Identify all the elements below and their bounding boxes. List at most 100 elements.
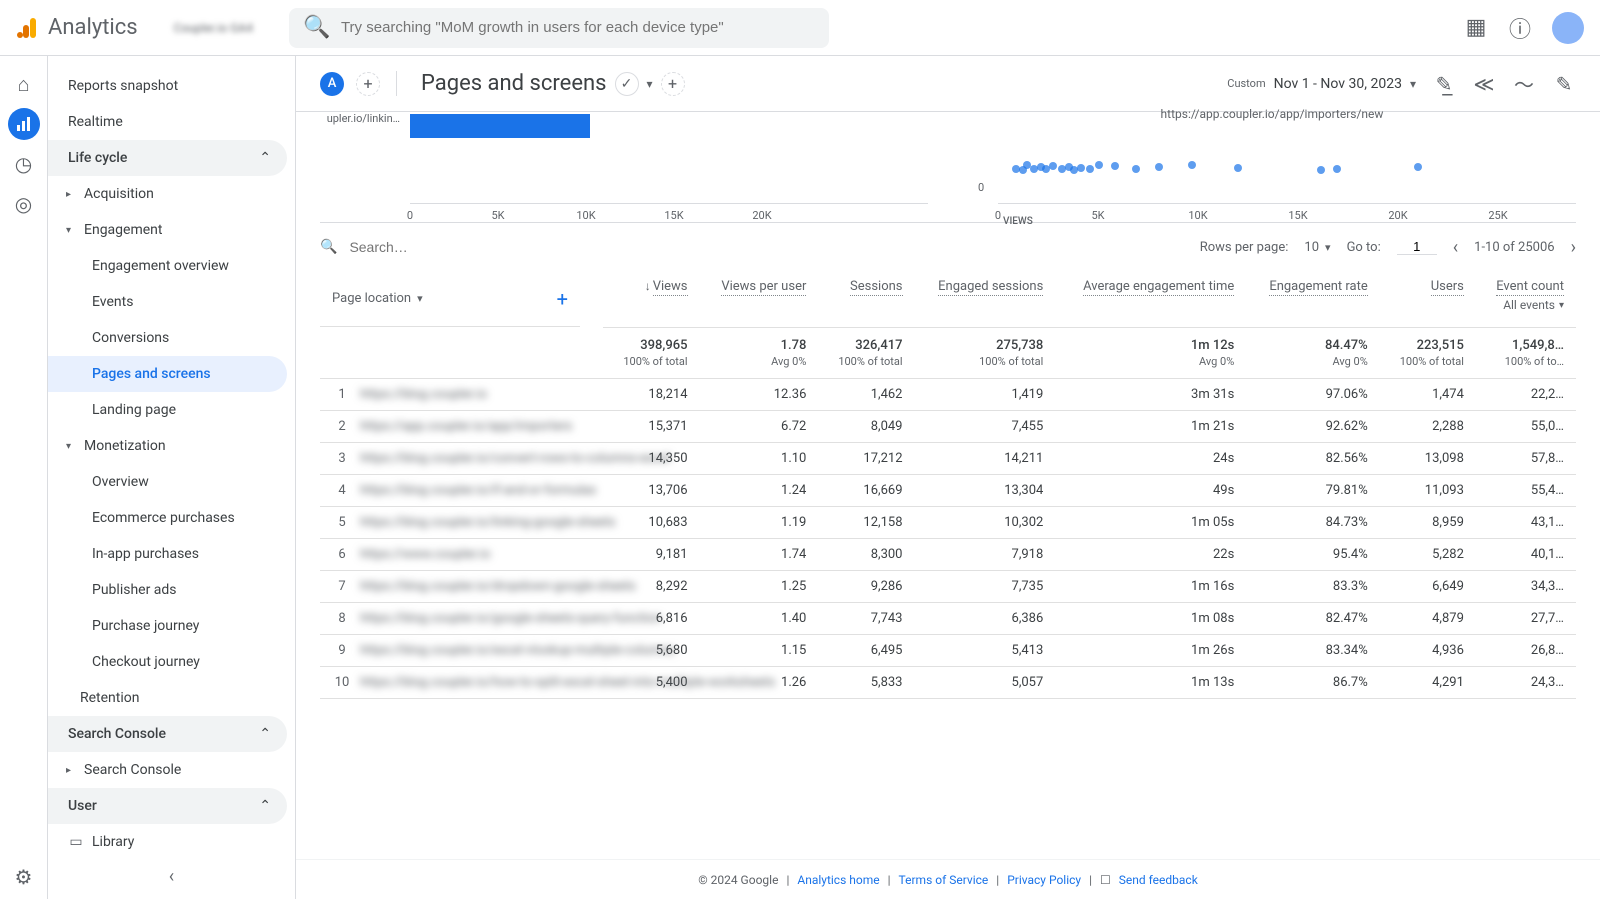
date-label: Custom xyxy=(1227,77,1265,90)
nav-conversions[interactable]: Conversions xyxy=(48,320,287,356)
col-views-per-user[interactable]: Views per user xyxy=(700,271,819,327)
chevron-down-icon: ▾ xyxy=(1410,77,1416,91)
table-row[interactable]: 9https://blog.coupler.io/excel-vlookup-m… xyxy=(320,634,1576,666)
scatter-title: https://app.coupler.io/app/importers/new xyxy=(1161,107,1384,121)
bar-label: upler.io/linkin… xyxy=(320,112,400,125)
goto-input[interactable] xyxy=(1397,239,1437,255)
col-event-count[interactable]: Event countAll events ▾ xyxy=(1476,271,1576,327)
rail-reports[interactable] xyxy=(8,108,40,140)
scatter-point[interactable] xyxy=(1111,162,1119,170)
footer-link-home[interactable]: Analytics home xyxy=(797,873,879,887)
footer-link-tos[interactable]: Terms of Service xyxy=(899,873,989,887)
col-users[interactable]: Users xyxy=(1380,271,1476,327)
customize-icon[interactable]: ✎̲ xyxy=(1432,72,1456,96)
nav-publisher[interactable]: Publisher ads xyxy=(48,572,287,608)
scatter-point[interactable] xyxy=(1086,165,1094,173)
scatter-point[interactable] xyxy=(1132,165,1140,173)
scatter-point[interactable] xyxy=(1077,164,1085,172)
nav-user-section[interactable]: User⌃ xyxy=(48,788,287,824)
table-row[interactable]: 2https://app.coupler.io/app/importers15,… xyxy=(320,410,1576,442)
scatter-point[interactable] xyxy=(1155,163,1163,171)
nav-inapp[interactable]: In-app purchases xyxy=(48,536,287,572)
chevron-up-icon: ⌃ xyxy=(259,726,271,742)
nav-search-console-section[interactable]: Search Console⌃ xyxy=(48,716,287,752)
search-icon: 🔍 xyxy=(305,16,329,40)
audience-badge[interactable]: A xyxy=(320,72,344,96)
table-row[interactable]: 10https://blog.coupler.io/how-to-split-e… xyxy=(320,666,1576,698)
scatter-point[interactable] xyxy=(1234,164,1242,172)
scatter-point[interactable] xyxy=(1049,162,1057,170)
nav-events[interactable]: Events xyxy=(48,284,287,320)
add-comparison-button[interactable]: + xyxy=(356,72,380,96)
share-icon[interactable]: ≪ xyxy=(1472,72,1496,96)
rail-advertising[interactable]: ◎ xyxy=(8,188,40,220)
insights-icon[interactable]: 〜 xyxy=(1512,72,1536,96)
table-row[interactable]: 4https://blog.coupler.io/if-and-or-formu… xyxy=(320,474,1576,506)
table-row[interactable]: 7https://blog.coupler.io/dropdown-google… xyxy=(320,570,1576,602)
table-row[interactable]: 6https://www.coupler.io9,1811.748,3007,9… xyxy=(320,538,1576,570)
date-range-picker[interactable]: Custom Nov 1 - Nov 30, 2023 ▾ xyxy=(1227,76,1416,92)
chevron-down-icon: ▾ xyxy=(1325,241,1331,254)
table-search[interactable]: 🔍 xyxy=(320,239,1188,255)
nav-engagement[interactable]: ▾Engagement xyxy=(48,212,287,248)
apps-icon[interactable]: ▦ xyxy=(1464,16,1488,40)
scatter-point[interactable] xyxy=(1095,161,1103,169)
nav-reports-snapshot[interactable]: Reports snapshot xyxy=(48,68,287,104)
col-sessions[interactable]: Sessions xyxy=(818,271,914,327)
nav-search-console[interactable]: ▸Search Console xyxy=(48,752,287,788)
charts-row: upler.io/linkin… 0 5K 10K 15K 20K https:… xyxy=(296,112,1600,222)
add-filter-button[interactable]: + xyxy=(661,72,685,96)
table-row[interactable]: 1https://blog.coupler.io18,21412.361,462… xyxy=(320,378,1576,410)
user-avatar[interactable] xyxy=(1552,12,1584,44)
nav-retention[interactable]: Retention xyxy=(48,680,287,716)
scatter-point[interactable] xyxy=(1414,163,1422,171)
sort-down-icon: ↓ xyxy=(645,279,651,293)
footer-link-privacy[interactable]: Privacy Policy xyxy=(1007,873,1081,887)
nav-realtime[interactable]: Realtime xyxy=(48,104,287,140)
logo[interactable]: Analytics xyxy=(16,15,138,40)
verified-icon[interactable]: ✓ xyxy=(615,72,639,96)
col-engaged-sessions[interactable]: Engaged sessions xyxy=(915,271,1056,327)
nav-lifecycle[interactable]: Life cycle⌃ xyxy=(48,140,287,176)
account-selector[interactable]: Coupler.io GA4 xyxy=(174,21,253,35)
nav-collapse-button[interactable]: ‹ xyxy=(169,866,174,887)
prev-page-button[interactable]: ‹ xyxy=(1453,237,1458,258)
nav-library[interactable]: ▭Library xyxy=(48,824,287,860)
nav-landing-page[interactable]: Landing page xyxy=(48,392,287,428)
table-scroll[interactable]: Page location ▾ + ↓Views Views per user … xyxy=(296,271,1600,859)
nav-purchase-journey[interactable]: Purchase journey xyxy=(48,608,287,644)
edit-icon[interactable]: ✎ xyxy=(1552,72,1576,96)
rail-home[interactable]: ⌂ xyxy=(8,68,40,100)
nav-ecommerce[interactable]: Ecommerce purchases xyxy=(48,500,287,536)
table-row[interactable]: 3https://blog.coupler.io/convert-rows-to… xyxy=(320,442,1576,474)
scatter-point[interactable] xyxy=(1333,165,1341,173)
add-dimension-button[interactable]: + xyxy=(557,287,568,311)
table-row[interactable]: 5https://blog.coupler.io/linking-google-… xyxy=(320,506,1576,538)
help-icon[interactable]: ⓘ xyxy=(1508,16,1532,40)
bar-fill xyxy=(410,114,590,138)
rail-explore[interactable]: ◷ xyxy=(8,148,40,180)
scatter-point[interactable] xyxy=(1317,166,1325,174)
event-filter[interactable]: All events ▾ xyxy=(1488,298,1564,312)
nav-acquisition[interactable]: ▸Acquisition xyxy=(48,176,287,212)
next-page-button[interactable]: › xyxy=(1571,237,1576,258)
col-views[interactable]: ↓Views xyxy=(603,271,699,327)
nav-pages-screens[interactable]: Pages and screens xyxy=(48,356,287,392)
nav-mon-overview[interactable]: Overview xyxy=(48,464,287,500)
nav-monetization[interactable]: ▾Monetization xyxy=(48,428,287,464)
col-eng-rate[interactable]: Engagement rate xyxy=(1246,271,1379,327)
search-input[interactable] xyxy=(341,19,813,36)
table-search-input[interactable] xyxy=(349,239,530,255)
scatter-point[interactable] xyxy=(1188,161,1196,169)
nav-checkout-journey[interactable]: Checkout journey xyxy=(48,644,287,680)
table-row[interactable]: 8https://blog.coupler.io/google-sheets-q… xyxy=(320,602,1576,634)
rows-per-page-select[interactable]: 10▾ xyxy=(1304,240,1330,255)
dimension-select[interactable]: Page location ▾ xyxy=(332,291,423,306)
dropdown-caret-icon[interactable]: ▾ xyxy=(647,77,653,91)
rail-admin[interactable]: ⚙ xyxy=(8,867,40,899)
caret-down-icon: ▾ xyxy=(66,441,84,452)
send-feedback-link[interactable]: Send feedback xyxy=(1119,873,1198,887)
col-avg-eng-time[interactable]: Average engagement time xyxy=(1055,271,1246,327)
nav-engagement-overview[interactable]: Engagement overview xyxy=(48,248,287,284)
global-search[interactable]: 🔍 xyxy=(289,8,829,48)
